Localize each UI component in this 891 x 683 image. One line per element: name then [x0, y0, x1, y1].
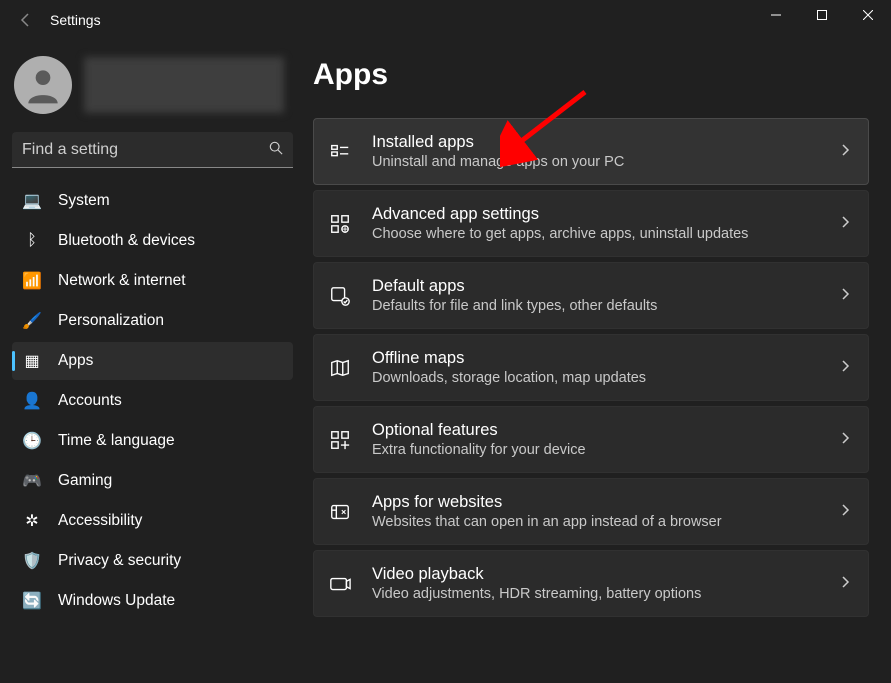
nav-item-personalization[interactable]: 🖌️ Personalization: [12, 302, 293, 340]
card-text: Optional features Extra functionality for…: [372, 421, 822, 458]
card-text: Apps for websites Websites that can open …: [372, 493, 822, 530]
card-desc: Defaults for file and link types, other …: [372, 298, 822, 314]
back-button[interactable]: [12, 6, 40, 34]
minimize-button[interactable]: [753, 0, 799, 30]
nav-item-windows-update[interactable]: 🔄 Windows Update: [12, 582, 293, 620]
nav-icon: ✲: [22, 511, 42, 531]
card-icon: [328, 140, 352, 164]
avatar: [14, 56, 72, 114]
card-title: Video playback: [372, 565, 822, 584]
chevron-right-icon: [842, 432, 850, 447]
card-icon: [328, 212, 352, 236]
nav-item-apps[interactable]: ▦ Apps: [12, 342, 293, 380]
card-text: Offline maps Downloads, storage location,…: [372, 349, 822, 386]
nav-label: Apps: [58, 352, 93, 370]
nav-label: Time & language: [58, 432, 175, 450]
nav-icon: 📶: [22, 271, 42, 291]
card-title: Advanced app settings: [372, 205, 822, 224]
settings-cards: Installed apps Uninstall and manage apps …: [313, 118, 869, 618]
card-title: Optional features: [372, 421, 822, 440]
card-apps-for-websites[interactable]: Apps for websites Websites that can open …: [313, 478, 869, 545]
chevron-right-icon: [842, 504, 850, 519]
card-icon: [328, 356, 352, 380]
card-title: Apps for websites: [372, 493, 822, 512]
card-text: Installed apps Uninstall and manage apps …: [372, 133, 822, 170]
chevron-right-icon: [842, 576, 850, 591]
nav-item-gaming[interactable]: 🎮 Gaming: [12, 462, 293, 500]
card-icon: [328, 572, 352, 596]
card-desc: Downloads, storage location, map updates: [372, 370, 822, 386]
nav-label: Accessibility: [58, 512, 142, 530]
search-input[interactable]: [22, 141, 269, 159]
main-content: Apps Installed apps Uninstall and manage …: [305, 40, 891, 683]
nav-label: Network & internet: [58, 272, 186, 290]
nav-icon: 🔄: [22, 591, 42, 611]
card-desc: Video adjustments, HDR streaming, batter…: [372, 586, 822, 602]
nav-label: Personalization: [58, 312, 164, 330]
nav-label: Accounts: [58, 392, 122, 410]
card-icon: [328, 500, 352, 524]
nav-icon: 🕒: [22, 431, 42, 451]
card-optional-features[interactable]: Optional features Extra functionality for…: [313, 406, 869, 473]
card-title: Installed apps: [372, 133, 822, 152]
card-offline-maps[interactable]: Offline maps Downloads, storage location,…: [313, 334, 869, 401]
nav-icon: 🖌️: [22, 311, 42, 331]
card-advanced-app-settings[interactable]: Advanced app settings Choose where to get…: [313, 190, 869, 257]
card-desc: Extra functionality for your device: [372, 442, 822, 458]
nav-icon: ᛒ: [22, 231, 42, 251]
card-default-apps[interactable]: Default apps Defaults for file and link t…: [313, 262, 869, 329]
nav-label: Bluetooth & devices: [58, 232, 195, 250]
nav-list: 💻 System ᛒ Bluetooth & devices 📶 Network & in…: [12, 182, 293, 620]
profile-section[interactable]: [12, 48, 293, 132]
search-box[interactable]: [12, 132, 293, 168]
nav-label: Privacy & security: [58, 552, 181, 570]
window-title: Settings: [50, 12, 101, 28]
nav-item-network-internet[interactable]: 📶 Network & internet: [12, 262, 293, 300]
titlebar: Settings: [0, 0, 891, 40]
nav-icon: 👤: [22, 391, 42, 411]
close-button[interactable]: [845, 0, 891, 30]
card-desc: Websites that can open in an app instead…: [372, 514, 822, 530]
card-video-playback[interactable]: Video playback Video adjustments, HDR str…: [313, 550, 869, 617]
nav-label: System: [58, 192, 110, 210]
profile-name-redacted: [84, 57, 284, 113]
card-text: Default apps Defaults for file and link t…: [372, 277, 822, 314]
nav-icon: 🎮: [22, 471, 42, 491]
chevron-right-icon: [842, 144, 850, 159]
card-title: Default apps: [372, 277, 822, 296]
nav-item-bluetooth-devices[interactable]: ᛒ Bluetooth & devices: [12, 222, 293, 260]
card-title: Offline maps: [372, 349, 822, 368]
nav-item-accessibility[interactable]: ✲ Accessibility: [12, 502, 293, 540]
nav-icon: 💻: [22, 191, 42, 211]
nav-item-privacy-security[interactable]: 🛡️ Privacy & security: [12, 542, 293, 580]
chevron-right-icon: [842, 288, 850, 303]
nav-label: Windows Update: [58, 592, 175, 610]
window-controls: [753, 0, 891, 30]
chevron-right-icon: [842, 360, 850, 375]
card-desc: Uninstall and manage apps on your PC: [372, 154, 822, 170]
nav-item-accounts[interactable]: 👤 Accounts: [12, 382, 293, 420]
chevron-right-icon: [842, 216, 850, 231]
card-icon: [328, 284, 352, 308]
page-title: Apps: [313, 58, 869, 92]
maximize-button[interactable]: [799, 0, 845, 30]
search-icon[interactable]: [269, 141, 283, 158]
card-text: Video playback Video adjustments, HDR str…: [372, 565, 822, 602]
nav-label: Gaming: [58, 472, 112, 490]
card-text: Advanced app settings Choose where to get…: [372, 205, 822, 242]
nav-item-system[interactable]: 💻 System: [12, 182, 293, 220]
nav-icon: 🛡️: [22, 551, 42, 571]
card-icon: [328, 428, 352, 452]
card-installed-apps[interactable]: Installed apps Uninstall and manage apps …: [313, 118, 869, 185]
nav-icon: ▦: [22, 351, 42, 371]
nav-item-time-language[interactable]: 🕒 Time & language: [12, 422, 293, 460]
sidebar: 💻 System ᛒ Bluetooth & devices 📶 Network & in…: [0, 40, 305, 683]
card-desc: Choose where to get apps, archive apps, …: [372, 226, 822, 242]
